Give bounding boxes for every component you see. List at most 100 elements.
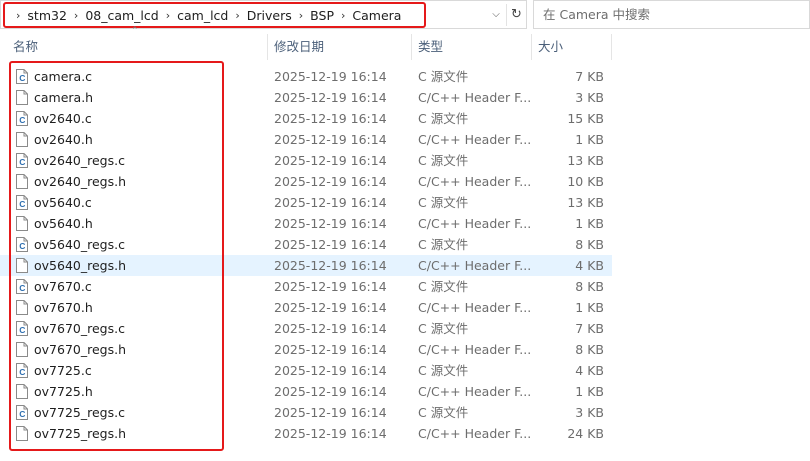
file-size: 1 KB bbox=[575, 216, 604, 231]
breadcrumb-item-stm32[interactable]: stm32 bbox=[27, 8, 67, 23]
file-modified-date: 2025-12-19 16:14 bbox=[274, 279, 387, 294]
c-source-file-icon: C bbox=[16, 321, 28, 336]
column-divider[interactable] bbox=[267, 34, 268, 60]
header-file-icon bbox=[16, 258, 28, 273]
file-row[interactable]: ov2640.h 2025-12-19 16:14 C/C++ Header F..… bbox=[0, 129, 612, 150]
file-type: C/C++ Header F... bbox=[418, 132, 532, 147]
column-header-size[interactable]: 大小 bbox=[534, 34, 610, 60]
file-modified-date: 2025-12-19 16:14 bbox=[274, 153, 387, 168]
file-type: C 源文件 bbox=[418, 111, 469, 126]
file-type: C/C++ Header F... bbox=[418, 342, 532, 357]
file-row[interactable]: Cov7725_regs.c 2025-12-19 16:14 C 源文件 3 KB bbox=[0, 402, 612, 423]
file-size: 1 KB bbox=[575, 300, 604, 315]
file-type: C/C++ Header F... bbox=[418, 426, 532, 441]
header-file-icon bbox=[16, 384, 28, 399]
column-header-date[interactable]: 修改日期 bbox=[270, 34, 410, 60]
file-name: ov2640_regs.c bbox=[34, 153, 125, 168]
file-modified-date: 2025-12-19 16:14 bbox=[274, 216, 387, 231]
column-divider[interactable] bbox=[531, 34, 532, 60]
file-row[interactable]: ov7670_regs.h 2025-12-19 16:14 C/C++ Heade… bbox=[0, 339, 612, 360]
breadcrumb-item-cam-lcd[interactable]: cam_lcd bbox=[177, 8, 228, 23]
header-file-icon bbox=[16, 342, 28, 357]
breadcrumb-item-bsp[interactable]: BSP bbox=[310, 8, 334, 23]
file-modified-date: 2025-12-19 16:14 bbox=[274, 69, 387, 84]
svg-text:C: C bbox=[19, 283, 25, 293]
file-modified-date: 2025-12-19 16:14 bbox=[274, 195, 387, 210]
svg-text:C: C bbox=[19, 325, 25, 335]
file-name: camera.c bbox=[34, 69, 93, 84]
file-row[interactable]: ov5640.h 2025-12-19 16:14 C/C++ Header F..… bbox=[0, 213, 612, 234]
file-size: 13 KB bbox=[567, 195, 604, 210]
svg-text:C: C bbox=[19, 115, 25, 125]
chevron-right-icon[interactable]: › bbox=[292, 9, 310, 22]
file-size: 8 KB bbox=[575, 342, 604, 357]
chevron-right-icon[interactable]: › bbox=[159, 9, 177, 22]
header-file-icon bbox=[16, 90, 28, 105]
address-bar[interactable]: › stm32 › 08_cam_lcd › cam_lcd › Drivers… bbox=[0, 0, 527, 29]
column-header-type[interactable]: 类型 bbox=[414, 34, 530, 60]
file-row[interactable]: Cov7670_regs.c 2025-12-19 16:14 C 源文件 7 KB bbox=[0, 318, 612, 339]
file-row[interactable]: ov2640_regs.h 2025-12-19 16:14 C/C++ Heade… bbox=[0, 171, 612, 192]
file-row[interactable]: ov7725.h 2025-12-19 16:14 C/C++ Header F..… bbox=[0, 381, 612, 402]
file-row[interactable]: Cov2640.c 2025-12-19 16:14 C 源文件 15 KB bbox=[0, 108, 612, 129]
refresh-icon[interactable]: ↻ bbox=[506, 4, 526, 26]
file-row[interactable]: Cov7725.c 2025-12-19 16:14 C 源文件 4 KB bbox=[0, 360, 612, 381]
file-name: ov2640.c bbox=[34, 111, 92, 126]
chevron-down-icon[interactable]: ⌵ bbox=[489, 8, 503, 22]
file-modified-date: 2025-12-19 16:14 bbox=[274, 321, 387, 336]
file-row[interactable]: ov7670.h 2025-12-19 16:14 C/C++ Header F..… bbox=[0, 297, 612, 318]
chevron-right-icon[interactable]: › bbox=[228, 9, 246, 22]
file-modified-date: 2025-12-19 16:14 bbox=[274, 384, 387, 399]
c-source-file-icon: C bbox=[16, 237, 28, 252]
file-row[interactable]: ov5640_regs.h 2025-12-19 16:14 C/C++ Heade… bbox=[0, 255, 612, 276]
file-row[interactable]: camera.h 2025-12-19 16:14 C/C++ Header F..… bbox=[0, 87, 612, 108]
file-row[interactable]: Cov5640.c 2025-12-19 16:14 C 源文件 13 KB bbox=[0, 192, 612, 213]
chevron-right-icon[interactable]: › bbox=[67, 9, 85, 22]
breadcrumb-item-08-cam-lcd[interactable]: 08_cam_lcd bbox=[85, 8, 158, 23]
column-divider[interactable] bbox=[411, 34, 412, 60]
file-name: camera.h bbox=[34, 90, 94, 105]
file-row[interactable]: Cov5640_regs.c 2025-12-19 16:14 C 源文件 8 KB bbox=[0, 234, 612, 255]
file-size: 7 KB bbox=[575, 69, 604, 84]
file-row[interactable]: Cov2640_regs.c 2025-12-19 16:14 C 源文件 13 KB bbox=[0, 150, 612, 171]
file-size: 24 KB bbox=[567, 426, 604, 441]
file-row[interactable]: ov7725_regs.h 2025-12-19 16:14 C/C++ Heade… bbox=[0, 423, 612, 444]
file-list: Ccamera.c 2025-12-19 16:14 C 源文件 7 KB camera… bbox=[0, 66, 612, 444]
file-type: C/C++ Header F... bbox=[418, 90, 532, 105]
file-name: ov5640.h bbox=[34, 216, 93, 231]
search-input[interactable]: 在 Camera 中搜索 bbox=[533, 0, 810, 29]
file-size: 15 KB bbox=[567, 111, 604, 126]
file-type: C 源文件 bbox=[418, 321, 469, 336]
file-modified-date: 2025-12-19 16:14 bbox=[274, 174, 387, 189]
file-name: ov7670.c bbox=[34, 279, 92, 294]
c-source-file-icon: C bbox=[16, 111, 28, 126]
file-name: ov5640_regs.c bbox=[34, 237, 125, 252]
chevron-right-icon[interactable]: › bbox=[9, 9, 27, 22]
file-name: ov7725_regs.h bbox=[34, 426, 127, 441]
file-type: C/C++ Header F... bbox=[418, 216, 532, 231]
c-source-file-icon: C bbox=[16, 405, 28, 420]
file-row[interactable]: Cov7670.c 2025-12-19 16:14 C 源文件 8 KB bbox=[0, 276, 612, 297]
file-name: ov7725_regs.c bbox=[34, 405, 125, 420]
svg-text:C: C bbox=[19, 199, 25, 209]
file-modified-date: 2025-12-19 16:14 bbox=[274, 405, 387, 420]
c-source-file-icon: C bbox=[16, 195, 28, 210]
c-source-file-icon: C bbox=[16, 69, 28, 84]
chevron-right-icon[interactable]: › bbox=[334, 9, 352, 22]
file-size: 13 KB bbox=[567, 153, 604, 168]
file-type: C 源文件 bbox=[418, 69, 469, 84]
file-size: 7 KB bbox=[575, 321, 604, 336]
file-type: C 源文件 bbox=[418, 153, 469, 168]
file-type: C/C++ Header F... bbox=[418, 384, 532, 399]
file-row[interactable]: Ccamera.c 2025-12-19 16:14 C 源文件 7 KB bbox=[0, 66, 612, 87]
column-divider[interactable] bbox=[611, 34, 612, 60]
file-modified-date: 2025-12-19 16:14 bbox=[274, 426, 387, 441]
sort-ascending-icon: ⌃ bbox=[131, 26, 139, 36]
breadcrumb-item-drivers[interactable]: Drivers bbox=[247, 8, 292, 23]
file-name: ov7670.h bbox=[34, 300, 93, 315]
breadcrumb-item-camera[interactable]: Camera bbox=[352, 8, 401, 23]
file-modified-date: 2025-12-19 16:14 bbox=[274, 258, 387, 273]
column-header-name[interactable]: 名称 bbox=[9, 34, 267, 60]
file-type: C 源文件 bbox=[418, 363, 469, 378]
file-name: ov2640.h bbox=[34, 132, 93, 147]
